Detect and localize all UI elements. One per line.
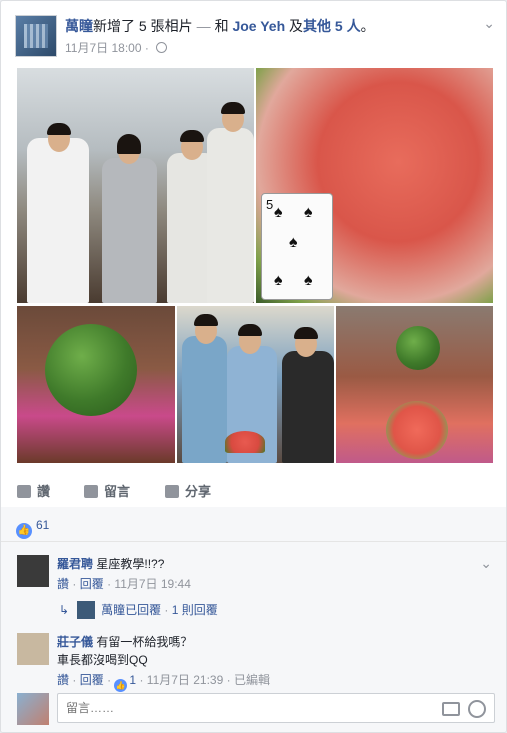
comment-button[interactable]: 留言 <box>84 481 130 500</box>
like-button[interactable]: 讚 <box>17 481 50 500</box>
author-avatar[interactable] <box>15 15 57 57</box>
emoji-icon[interactable] <box>468 700 486 718</box>
share-button[interactable]: 分享 <box>165 481 211 500</box>
with-word: 和 <box>214 18 229 34</box>
reply-summary[interactable]: ↳ 萬瞳已回覆 · 1 則回覆 <box>59 601 218 619</box>
reaction-summary[interactable]: 👍 61 <box>16 518 49 539</box>
comment-reply-link[interactable]: 回覆 <box>80 673 104 687</box>
meta-dot: · <box>164 603 169 617</box>
author-link[interactable]: 萬瞳 <box>65 18 93 34</box>
photo-watermelon-cut[interactable] <box>336 306 493 463</box>
camera-icon[interactable] <box>442 702 460 716</box>
photo-grid: 5 ♠ ♠ ♠ ♠ ♠ <box>17 68 493 463</box>
commenter-avatar[interactable] <box>17 633 49 665</box>
comment-like-link[interactable]: 讚 <box>57 577 69 591</box>
card-number: 5 <box>266 197 274 212</box>
comment-text: 星座教學!!?? <box>96 557 165 571</box>
post-options-chevron-icon[interactable]: ⌄ <box>483 15 495 32</box>
spade-icon: ♠ <box>304 272 313 289</box>
like-icon: 👍 <box>16 523 32 539</box>
reply-avatar <box>77 601 96 619</box>
spade-icon: ♠ <box>289 234 298 251</box>
comment-time[interactable]: 11月7日 19:44 <box>114 577 191 591</box>
meta-dot: · <box>107 673 112 687</box>
spade-icon: ♠ <box>274 204 283 221</box>
meta-dot: · <box>72 577 77 591</box>
commenter-name[interactable]: 莊子儀 <box>57 635 93 649</box>
reaction-count: 61 <box>36 518 50 532</box>
commenter-name[interactable]: 羅君聘 <box>57 557 93 571</box>
meta-dot: · <box>107 577 112 591</box>
photo-watermelon-closeup[interactable]: 5 ♠ ♠ ♠ ♠ ♠ <box>256 68 493 303</box>
post-action: 新增了 5 張相片 <box>93 18 193 34</box>
post-header: 萬瞳新增了 5 張相片 — 和 Joe Yeh 及其他 5 人。 11月7日 18:… <box>15 13 495 59</box>
others-link[interactable]: 其他 5 人 <box>303 18 361 34</box>
like-icon: 👍 <box>114 679 128 692</box>
comment-time[interactable]: 11月7日 21:39 <box>147 673 224 687</box>
like-icon <box>17 485 31 498</box>
photo-students-table[interactable] <box>177 306 334 463</box>
meta-dot: · <box>226 673 231 687</box>
post-card: 萬瞳新增了 5 張相片 — 和 Joe Yeh 及其他 5 人。 11月7日 18:… <box>0 0 507 733</box>
comment-reply-link[interactable]: 回覆 <box>80 577 104 591</box>
comment-input[interactable] <box>64 700 428 716</box>
comment-1: 羅君聘 星座教學!!?? 讚 · 回覆 · 11月7日 19:44 ↳ 萬瞳已回覆… <box>1 551 506 621</box>
reply-count: 1 則回覆 <box>171 603 218 617</box>
meta-dot: · <box>144 41 149 55</box>
comment-text: 有留一杯給我嗎？ <box>96 635 193 649</box>
title-end: 。 <box>360 18 375 34</box>
comment-composer[interactable] <box>57 693 495 723</box>
title-dash: — <box>196 18 211 34</box>
comment-icon <box>84 485 98 498</box>
post-date[interactable]: 11月7日 18:00 <box>65 41 142 55</box>
share-icon <box>165 485 179 498</box>
spade-icon: ♠ <box>274 272 283 289</box>
post-meta: 11月7日 18:00 · <box>65 39 168 56</box>
meta-dot: · <box>139 673 144 687</box>
photo-watermelon-whole[interactable] <box>17 306 175 463</box>
spade-icon: ♠ <box>304 204 313 221</box>
playing-card: 5 ♠ ♠ ♠ ♠ ♠ <box>261 193 333 300</box>
comment-like-link[interactable]: 讚 <box>57 673 69 687</box>
post-title: 萬瞳新增了 5 張相片 — 和 Joe Yeh 及其他 5 人。 <box>65 16 375 36</box>
comment-like-count[interactable]: 1 <box>129 673 136 687</box>
current-user-avatar <box>17 693 49 725</box>
tagged-user-link[interactable]: Joe Yeh <box>232 18 285 34</box>
like-label: 讚 <box>37 484 51 499</box>
comment-text-line2: 車長都沒喝到QQ <box>57 653 148 667</box>
comment-2: 莊子儀 有留一杯給我嗎？ 車長都沒喝到QQ 讚 · 回覆 · 👍 1 · 11月7… <box>1 629 506 692</box>
edited-label[interactable]: 已編輯 <box>234 673 270 687</box>
comment-label: 留言 <box>104 484 131 499</box>
post-action-bar: 讚 留言 分享 <box>15 473 495 503</box>
reply-arrow-icon: ↳ <box>59 603 70 617</box>
meta-dot: · <box>72 673 77 687</box>
comment-options-chevron-icon[interactable]: ⌄ <box>480 555 492 572</box>
commenter-avatar[interactable] <box>17 555 49 587</box>
share-label: 分享 <box>185 484 212 499</box>
photo-students-group[interactable] <box>17 68 254 303</box>
globe-icon[interactable] <box>156 42 168 53</box>
reply-author: 萬瞳已回覆 <box>101 603 162 617</box>
and-word: 及 <box>289 18 304 34</box>
